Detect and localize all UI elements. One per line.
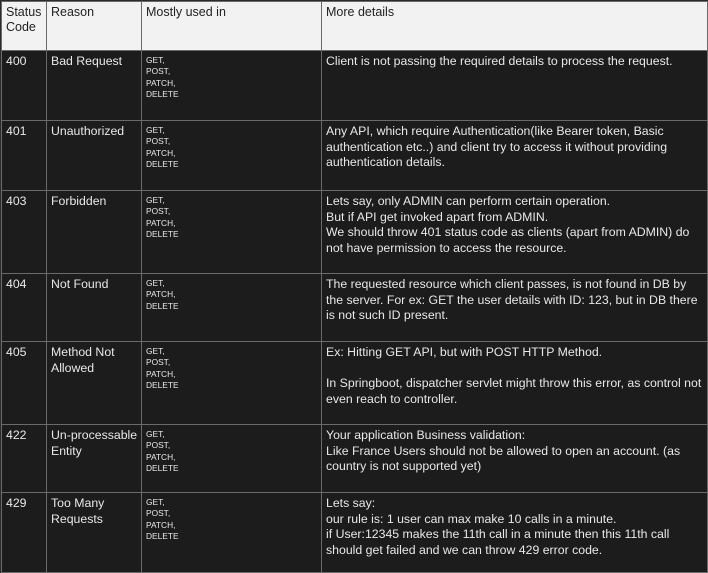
method-item: DELETE: [146, 380, 179, 391]
details-cell: Client is not passing the required detai…: [321, 50, 708, 121]
method-item: PATCH,: [146, 451, 176, 462]
table-row: 404 Not Found GET, PATCH, DELETE The req…: [1, 273, 708, 342]
details-cell: Ex: Hitting GET API, but with POST HTTP …: [321, 341, 708, 425]
table-row: 400 Bad Request GET, POST, PATCH, DELETE…: [1, 50, 708, 121]
reason-cell: Unauthorized: [46, 120, 142, 191]
details-line: We should throw 401 status code as clien…: [326, 225, 690, 255]
details-line: Lets say:: [326, 496, 376, 510]
header-mostly-used-in: Mostly used in: [141, 1, 322, 51]
methods-cell: GET, POST, PATCH, DELETE: [141, 50, 322, 121]
status-code-cell: 422: [1, 424, 47, 493]
table-row: 429 Too Many Requests GET, POST, PATCH, …: [1, 492, 708, 573]
header-reason: Reason: [46, 1, 142, 51]
method-item: DELETE: [146, 463, 179, 474]
header-more-details: More details: [321, 1, 708, 51]
method-item: DELETE: [146, 300, 179, 311]
table-row: 401 Unauthorized GET, POST, PATCH, DELET…: [1, 120, 708, 191]
method-item: GET,: [146, 429, 165, 439]
method-item: GET,: [146, 278, 165, 288]
details-line: But if API get invoked apart from ADMIN.: [326, 209, 549, 224]
details-line: Lets say, only ADMIN can perform certain…: [326, 194, 611, 208]
method-item: POST,: [146, 136, 171, 147]
method-item: POST,: [146, 357, 171, 368]
method-item: GET,: [146, 195, 165, 205]
method-item: GET,: [146, 346, 165, 356]
reason-cell: Un-processable Entity: [46, 424, 142, 493]
methods-cell: GET, POST, PATCH, DELETE: [141, 424, 322, 493]
details-cell: Lets say: our rule is: 1 user can max ma…: [321, 492, 708, 573]
status-code-cell: 400: [1, 50, 47, 121]
method-item: POST,: [146, 508, 171, 519]
header-row: Status Code Reason Mostly used in More d…: [1, 1, 708, 51]
method-item: DELETE: [146, 159, 179, 170]
status-code-cell: 404: [1, 273, 47, 342]
details-cell: The requested resource which client pass…: [321, 273, 708, 342]
method-item: PATCH,: [146, 519, 176, 530]
status-code-sheet: Status Code Reason Mostly used in More d…: [0, 0, 708, 573]
methods-cell: GET, POST, PATCH, DELETE: [141, 492, 322, 573]
method-item: PATCH,: [146, 147, 176, 158]
details-line: Like France Users should not be allowed …: [326, 443, 681, 474]
details-blank-line: [326, 361, 704, 377]
details-line: Any API, which require Authentication(li…: [326, 124, 668, 169]
table-row: 405 Method Not Allowed GET, POST, PATCH,…: [1, 341, 708, 425]
reason-cell: Method Not Allowed: [46, 341, 142, 425]
status-code-cell: 403: [1, 190, 47, 274]
details-cell: Your application Business validation: Li…: [321, 424, 708, 493]
method-item: POST,: [146, 440, 171, 451]
details-line: In Springboot, dispatcher servlet might …: [326, 376, 702, 406]
method-item: GET,: [146, 55, 165, 65]
method-item: GET,: [146, 497, 165, 507]
status-code-cell: 405: [1, 341, 47, 425]
method-item: DELETE: [146, 89, 179, 100]
http-status-table: Status Code Reason Mostly used in More d…: [1, 1, 708, 573]
method-item: GET,: [146, 125, 165, 135]
reason-cell: Too Many Requests: [46, 492, 142, 573]
details-cell: Any API, which require Authentication(li…: [321, 120, 708, 191]
methods-cell: GET, POST, PATCH, DELETE: [141, 120, 322, 191]
details-line: if User:12345 makes the 11th call in a m…: [326, 527, 670, 557]
method-item: PATCH,: [146, 217, 176, 228]
details-line: our rule is: 1 user can max make 10 call…: [326, 511, 617, 526]
methods-cell: GET, POST, PATCH, DELETE: [141, 341, 322, 425]
methods-cell: GET, POST, PATCH, DELETE: [141, 190, 322, 274]
method-item: PATCH,: [146, 77, 176, 88]
method-item: PATCH,: [146, 289, 176, 300]
details-line: Your application Business validation:: [326, 428, 526, 442]
method-item: PATCH,: [146, 368, 176, 379]
details-cell: Lets say, only ADMIN can perform certain…: [321, 190, 708, 274]
details-line: Ex: Hitting GET API, but with POST HTTP …: [326, 345, 603, 359]
details-line: Client is not passing the required detai…: [326, 54, 673, 68]
method-item: DELETE: [146, 531, 179, 542]
method-item: POST,: [146, 206, 171, 217]
details-line: The requested resource which client pass…: [326, 277, 698, 322]
method-item: POST,: [146, 66, 171, 77]
reason-cell: Bad Request: [46, 50, 142, 121]
status-code-cell: 401: [1, 120, 47, 191]
table-row: 422 Un-processable Entity GET, POST, PAT…: [1, 424, 708, 493]
status-code-cell: 429: [1, 492, 47, 573]
header-status-code: Status Code: [1, 1, 47, 51]
reason-cell: Forbidden: [46, 190, 142, 274]
reason-cell: Not Found: [46, 273, 142, 342]
table-row: 403 Forbidden GET, POST, PATCH, DELETE L…: [1, 190, 708, 274]
methods-cell: GET, PATCH, DELETE: [141, 273, 322, 342]
method-item: DELETE: [146, 229, 179, 240]
